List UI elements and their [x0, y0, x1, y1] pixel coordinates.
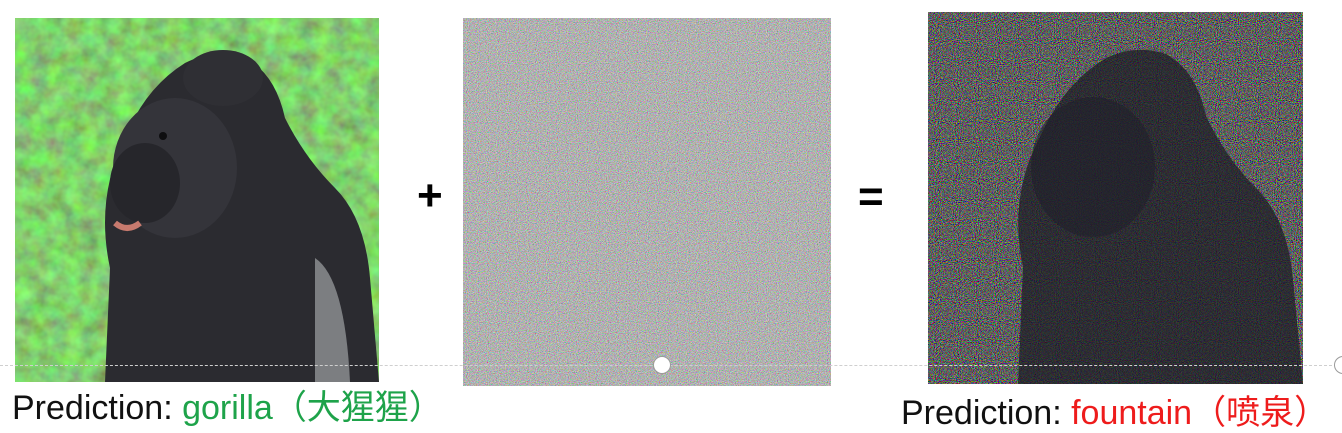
prediction-value-cn: （大猩猩） [272, 388, 443, 428]
left-prediction-caption: Prediction: gorilla（大猩猩） [12, 391, 443, 425]
prediction-label: Prediction: [12, 389, 183, 427]
original-gorilla-image [15, 18, 379, 382]
noisy-gorilla-drawing [928, 12, 1303, 384]
gorilla-photo-drawing [15, 18, 379, 382]
prediction-value: gorilla [182, 389, 273, 427]
prediction-value-cn: （喷泉） [1192, 393, 1329, 433]
prediction-label: Prediction: [901, 394, 1072, 432]
adversarial-noise-image [463, 18, 831, 386]
slide-guide-line [0, 365, 1342, 366]
prediction-value: fountain [1071, 394, 1193, 432]
plus-operator: + [417, 171, 443, 220]
noise-pattern [463, 18, 831, 386]
right-prediction-caption: Prediction: fountain（喷泉） [901, 396, 1328, 430]
equals-operator: = [858, 172, 884, 221]
adversarial-result-image [928, 12, 1303, 384]
resize-handle-right[interactable] [1334, 356, 1342, 374]
resize-handle[interactable] [653, 356, 671, 374]
